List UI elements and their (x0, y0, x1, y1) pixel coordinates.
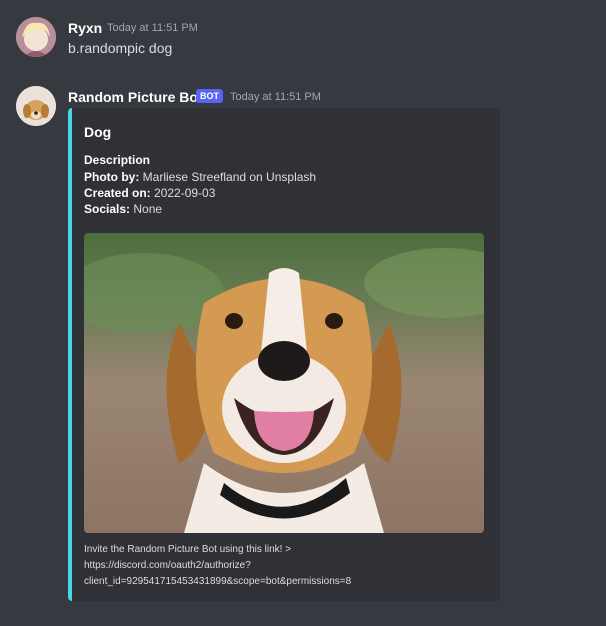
footer-line: client_id=929541715453431899&scope=bot&p… (84, 576, 352, 587)
message-random-picture-bot: Random Picture Bot BOT Today at 11:51 PM… (0, 0, 606, 626)
embed-field-photo-by: Photo by: Marliese Streefland on Unsplas… (84, 170, 316, 184)
bot-badge: BOT (196, 89, 223, 103)
embed-footer: Invite the Random Picture Bot using this… (84, 542, 484, 590)
field-label: Created on: (84, 186, 151, 200)
embed-field-created-on: Created on: 2022-09-03 (84, 186, 215, 200)
field-value: None (130, 202, 163, 216)
username-bot[interactable]: Random Picture Bot (68, 89, 203, 105)
field-value: 2022-09-03 (150, 186, 216, 200)
footer-line: Invite the Random Picture Bot using this… (84, 544, 292, 555)
embed-title: Dog (84, 124, 112, 140)
embed-dog-image[interactable] (84, 233, 484, 533)
field-label: Photo by: (84, 170, 140, 184)
field-value: Marliese Streefland on Unsplash (139, 170, 317, 184)
bot-embed: Dog Description Photo by: Marliese Stree… (68, 108, 500, 601)
field-label: Socials: (84, 202, 131, 216)
embed-field-socials: Socials: None (84, 202, 162, 216)
footer-line: https://discord.com/oauth2/authorize? (84, 560, 251, 571)
message-timestamp: Today at 11:51 PM (230, 91, 321, 103)
bot-avatar[interactable] (16, 86, 56, 126)
embed-description-title: Description (84, 153, 151, 167)
